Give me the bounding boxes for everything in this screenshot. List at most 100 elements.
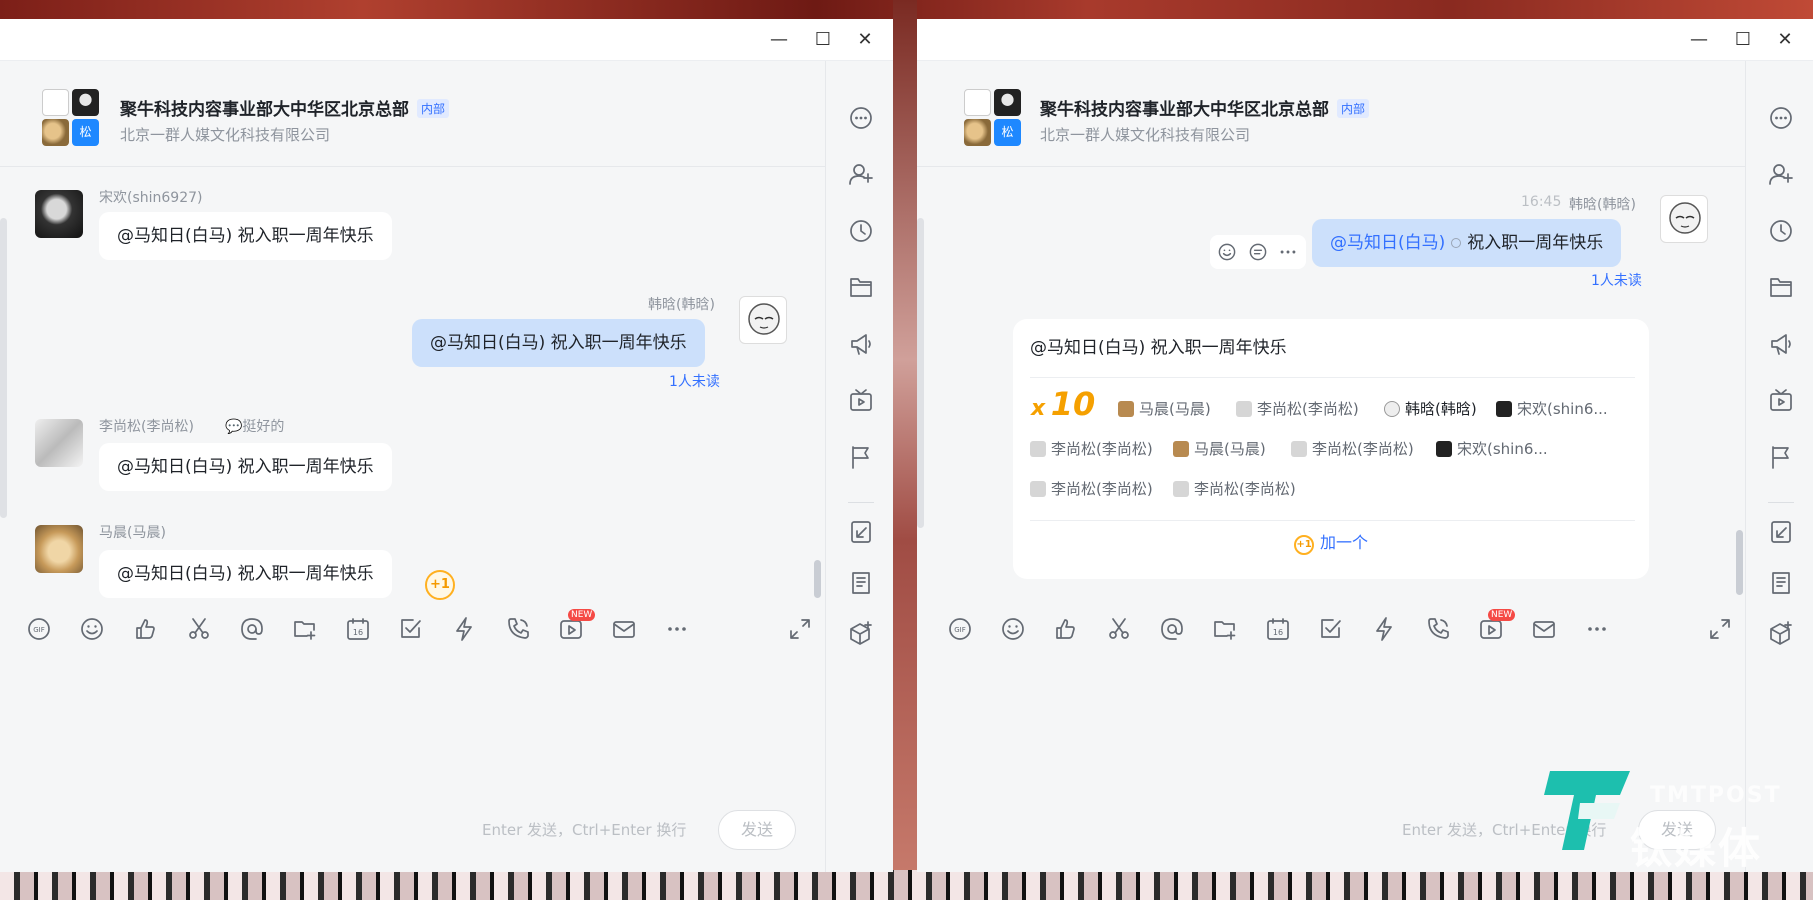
participant-chip[interactable]: 马晨(马晨) [1173,438,1266,459]
lightning-icon[interactable] [1371,616,1397,642]
avatar[interactable] [739,296,787,344]
task-icon[interactable] [1318,616,1344,642]
video-icon[interactable]: NEW [1478,609,1516,642]
notes-icon[interactable] [1768,570,1794,596]
scrollbar[interactable] [814,560,821,598]
participant-chip[interactable]: 李尚松(李尚松) [1173,478,1296,499]
expand-icon[interactable] [787,616,813,642]
minimize-button[interactable]: — [1686,27,1712,53]
group-name-text: 聚牛科技内容事业部大中华区北京总部 [120,100,409,120]
minimize-button[interactable]: — [766,27,792,53]
message-list[interactable]: 宋欢(shin6927) @马知日(白马) 祝入职一周年快乐 韩晗(韩晗) @马… [0,168,825,609]
more-icon[interactable] [664,616,690,642]
folder-icon[interactable] [1768,274,1794,300]
message-bubble[interactable]: @马知日(白马) 祝入职一周年快乐 [99,550,392,598]
group-avatar[interactable]: 松 [964,89,1022,147]
read-status-icon [1451,238,1462,248]
participant-chip[interactable]: 宋欢(shin6... [1496,398,1608,419]
apps-icon[interactable] [1768,620,1794,646]
announcement-icon[interactable] [848,331,874,357]
history-icon[interactable] [848,218,874,244]
mention-icon[interactable] [1159,616,1185,642]
docs-icon[interactable] [848,519,874,545]
add-folder-icon[interactable] [1212,616,1238,642]
chip-label: 马晨(马晨) [1139,400,1211,418]
reply-quote[interactable]: 💬挺好的 [225,416,284,436]
announcement-icon[interactable] [1768,331,1794,357]
message-bubble[interactable]: @马知日(白马) 祝入职一周年快乐 [99,212,392,260]
group-avatar[interactable]: 松 [42,89,100,147]
avatar[interactable] [35,190,83,238]
task-icon[interactable] [398,616,424,642]
scissors-icon[interactable] [1106,616,1132,642]
plus-one-button[interactable]: +1 [425,570,455,600]
calendar-icon[interactable]: 16 [1265,616,1291,642]
notes-icon[interactable] [848,570,874,596]
participant-chip[interactable]: 李尚松(李尚松) [1291,438,1414,459]
emoji-icon[interactable] [79,616,105,642]
group-name[interactable]: 聚牛科技内容事业部大中华区北京总部 内部 [120,95,450,120]
close-button[interactable]: ✕ [1772,27,1798,53]
thumbs-up-icon[interactable] [133,616,159,642]
docs-icon[interactable] [1768,519,1794,545]
add-one-button[interactable]: +1 加一个 [1013,529,1649,555]
more-icon[interactable] [1768,105,1794,131]
call-icon[interactable] [1425,616,1451,642]
more-icon[interactable] [1277,241,1299,263]
avatar[interactable] [35,525,83,573]
video-icon[interactable]: NEW [558,609,596,642]
lightning-icon[interactable] [451,616,477,642]
gif-icon[interactable]: GIF [26,616,52,642]
flag-icon[interactable] [848,444,874,470]
flag-icon[interactable] [1768,444,1794,470]
avatar[interactable] [1660,195,1708,243]
group-name-text: 聚牛科技内容事业部大中华区北京总部 [1040,100,1329,120]
participant-chip[interactable]: 李尚松(李尚松) [1030,438,1153,459]
unread-status[interactable]: 1人未读 [1591,270,1642,290]
emoji-icon[interactable] [1000,616,1026,642]
expand-icon[interactable] [1707,616,1733,642]
participant-chip[interactable]: 宋欢(shin6... [1436,438,1548,459]
participant-chip[interactable]: 韩晗(韩晗) [1384,398,1477,419]
scrollbar[interactable] [1736,530,1743,595]
scissors-icon[interactable] [186,616,212,642]
reply-icon[interactable] [1247,241,1269,263]
emoji-reaction-icon[interactable] [1216,241,1238,263]
thumbs-up-icon[interactable] [1053,616,1079,642]
close-button[interactable]: ✕ [852,27,878,53]
participant-chip[interactable]: 李尚松(李尚松) [1030,478,1153,499]
mention-icon[interactable] [239,616,265,642]
participant-chip[interactable]: 李尚松(李尚松) [1236,398,1359,419]
maximize-button[interactable]: ☐ [1730,27,1756,53]
avatar [1173,441,1189,457]
unread-status[interactable]: 1人未读 [669,371,720,391]
call-icon[interactable] [505,616,531,642]
add-member-icon[interactable] [1768,161,1794,187]
avatar[interactable] [35,419,83,467]
message-list[interactable]: 16:45 韩晗(韩晗) @马知日(白马) 祝入职一周年快乐 1人未读 @马知日(… [917,168,1745,609]
calendar-icon[interactable]: 16 [345,616,371,642]
mail-icon[interactable] [1531,616,1557,642]
more-icon[interactable] [848,105,874,131]
group-name[interactable]: 聚牛科技内容事业部大中华区北京总部 内部 [1040,95,1370,120]
apps-icon[interactable] [848,620,874,646]
mention-link[interactable]: @马知日(白马) [1330,233,1445,253]
more-icon[interactable] [1584,616,1610,642]
add-folder-icon[interactable] [292,616,318,642]
history-icon[interactable] [1768,218,1794,244]
send-button[interactable]: 发送 [718,810,796,850]
chip-label: 宋欢(shin6... [1457,440,1548,458]
gif-icon[interactable]: GIF [947,616,973,642]
live-icon[interactable] [1768,387,1794,413]
participant-chip[interactable]: 马晨(马晨) [1118,398,1211,419]
message-input[interactable] [0,649,825,872]
message-bubble[interactable]: @马知日(白马) 祝入职一周年快乐 [1312,219,1622,267]
maximize-button[interactable]: ☐ [810,27,836,53]
message-bubble[interactable]: @马知日(白马) 祝入职一周年快乐 [412,319,705,367]
live-icon[interactable] [848,387,874,413]
message-bubble[interactable]: @马知日(白马) 祝入职一周年快乐 [99,443,392,491]
add-member-icon[interactable] [848,161,874,187]
avatar-tile [964,119,991,146]
mail-icon[interactable] [611,616,637,642]
folder-icon[interactable] [848,274,874,300]
